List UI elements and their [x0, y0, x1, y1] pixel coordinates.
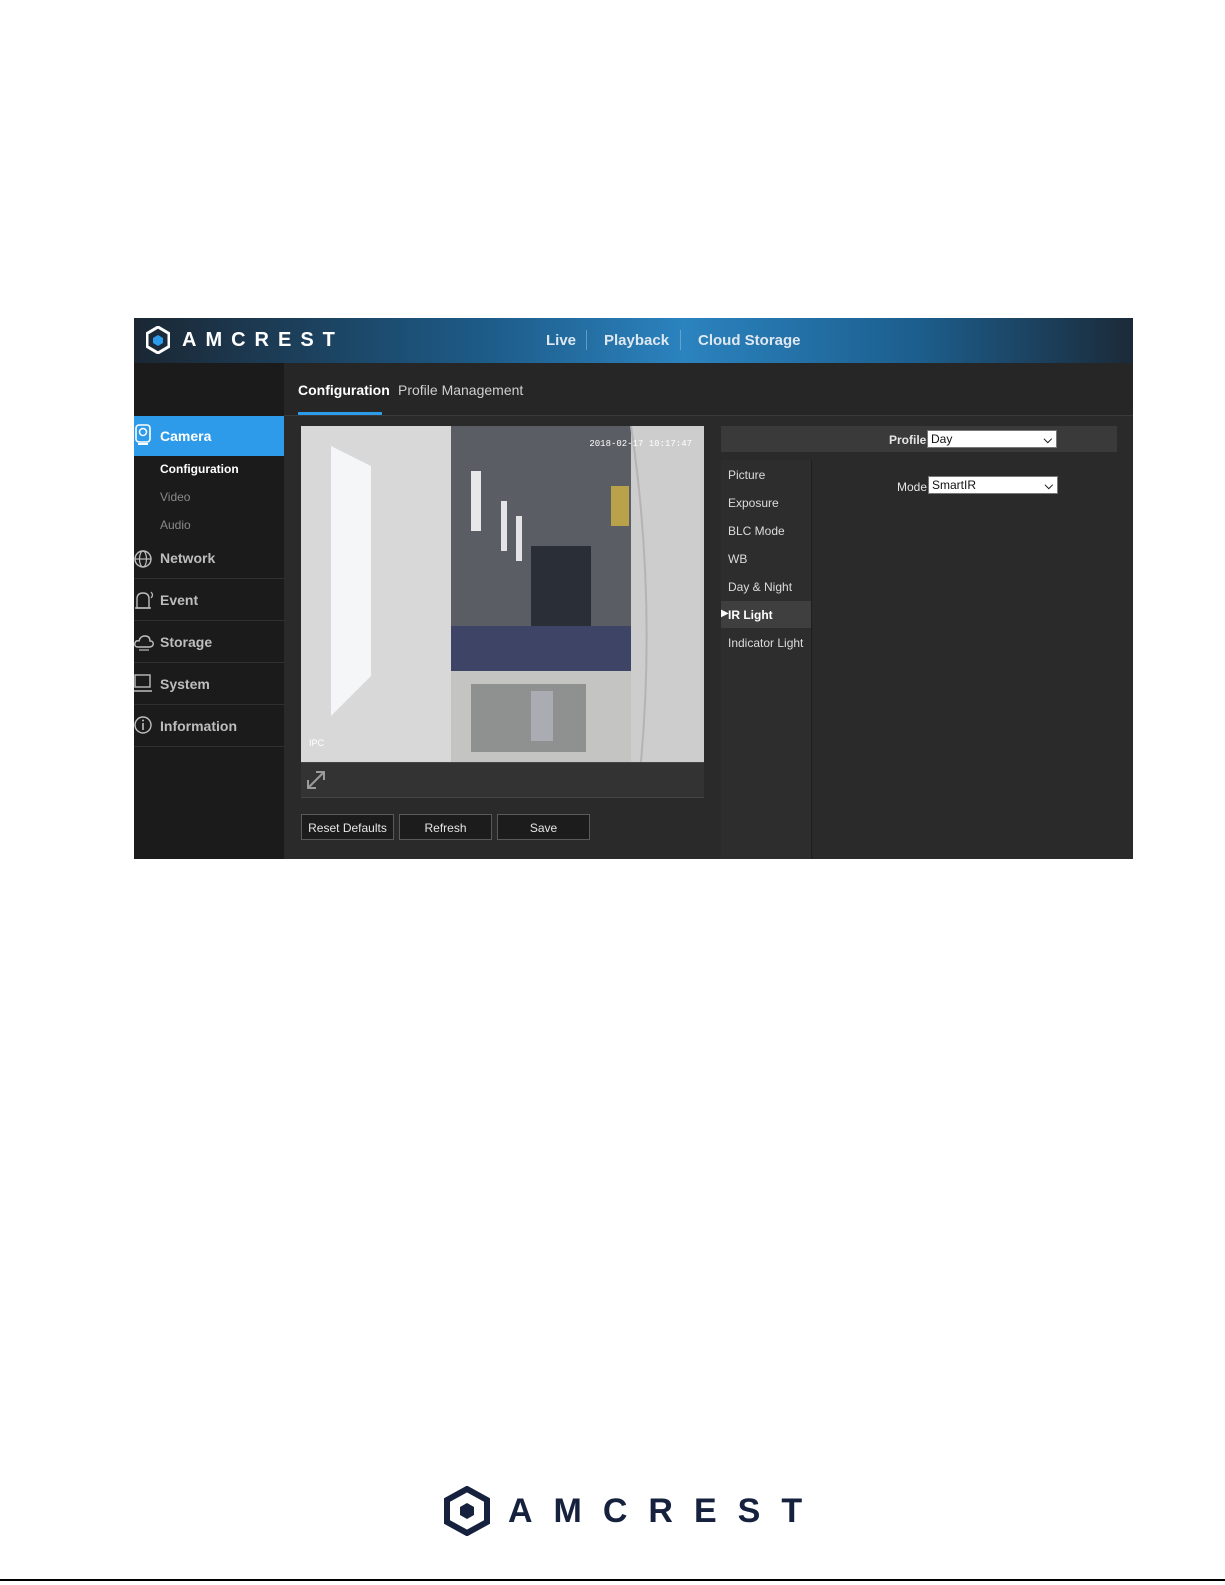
- footer-brand-name: AMCREST: [508, 1492, 824, 1530]
- nav-separator: [680, 330, 681, 350]
- video-timestamp: 2018-02-17 10:17:47: [589, 439, 692, 449]
- profile-header: Profile Day ⌵: [721, 426, 1117, 452]
- tab-configuration[interactable]: Configuration: [298, 382, 390, 398]
- divider: [134, 662, 284, 663]
- divider: [134, 578, 284, 579]
- sidebar-subitem-configuration[interactable]: Configuration: [160, 462, 239, 476]
- ir-light-settings: Mode SmartIR ⌵: [811, 460, 1118, 859]
- page-bottom-rule: [0, 1579, 1225, 1581]
- system-monitor-icon: [134, 674, 152, 692]
- storage-cloud-icon: [134, 635, 154, 651]
- menu-item-ir-light[interactable]: IR Light: [728, 608, 773, 622]
- sidebar-subitem-audio[interactable]: Audio: [160, 518, 191, 532]
- web-ui-screenshot: AMCREST Live Playback Cloud Storage Came…: [134, 318, 1133, 859]
- nav-cloud-storage[interactable]: Cloud Storage: [698, 332, 801, 349]
- hexagon-logo-icon: [146, 326, 170, 354]
- camera-live-preview[interactable]: 2018-02-17 10:17:47 IPC: [301, 426, 704, 762]
- sidebar-item-label: Network: [160, 550, 216, 566]
- divider: [134, 746, 284, 747]
- mode-select-value: SmartIR: [932, 478, 977, 492]
- nav-live[interactable]: Live: [546, 332, 576, 349]
- info-icon: [134, 716, 152, 734]
- sidebar: Camera Configuration Video Audio Network…: [134, 363, 293, 859]
- reset-defaults-button[interactable]: Reset Defaults: [301, 814, 394, 840]
- hexagon-logo-icon: [444, 1486, 490, 1536]
- menu-item-wb[interactable]: WB: [728, 552, 747, 566]
- menu-item-indicator-light[interactable]: Indicator Light: [728, 636, 803, 650]
- event-alarm-icon: [135, 591, 154, 609]
- sidebar-item-label: Storage: [160, 634, 213, 650]
- main-content: 2018-02-17 10:17:47 IPC Reset Defaults R…: [284, 416, 1133, 859]
- mode-label: Mode: [897, 480, 928, 494]
- tab-bar: Configuration Profile Management: [284, 363, 1133, 416]
- sidebar-item-label: Camera: [160, 428, 212, 444]
- network-globe-icon: [134, 550, 152, 568]
- chevron-down-icon: ⌵: [1044, 480, 1053, 492]
- sidebar-subitem-video[interactable]: Video: [160, 490, 190, 504]
- refresh-button[interactable]: Refresh: [399, 814, 492, 840]
- chevron-down-icon: ⌵: [1043, 434, 1052, 446]
- sidebar-item-label: System: [160, 676, 210, 692]
- top-header: AMCREST Live Playback Cloud Storage: [134, 318, 1133, 364]
- menu-item-exposure[interactable]: Exposure: [728, 496, 779, 510]
- tab-profile-management[interactable]: Profile Management: [398, 382, 523, 398]
- camera-scene-image: [301, 426, 704, 762]
- profile-select[interactable]: Day ⌵: [927, 430, 1057, 448]
- mode-select[interactable]: SmartIR ⌵: [928, 476, 1058, 494]
- sidebar-item-camera[interactable]: Camera: [134, 416, 293, 456]
- nav-separator: [586, 330, 587, 350]
- fullscreen-expand-icon[interactable]: [305, 769, 327, 791]
- video-toolbar: [301, 762, 704, 798]
- divider: [134, 620, 284, 621]
- menu-item-day-night[interactable]: Day & Night: [728, 580, 792, 594]
- image-settings-menu: Picture Exposure BLC Mode WB Day & Night…: [721, 460, 811, 859]
- footer-logo: AMCREST: [444, 1486, 802, 1536]
- sidebar-item-label: Event: [160, 592, 199, 608]
- video-channel-label: IPC: [309, 738, 325, 748]
- sidebar-item-label: Information: [160, 718, 237, 734]
- menu-item-picture[interactable]: Picture: [728, 468, 765, 482]
- divider: [134, 704, 284, 705]
- profile-label: Profile: [889, 433, 927, 447]
- active-tab-indicator: [298, 412, 382, 415]
- brand-name: AMCREST: [182, 329, 344, 351]
- menu-item-blc-mode[interactable]: BLC Mode: [728, 524, 785, 538]
- nav-playback[interactable]: Playback: [604, 332, 669, 349]
- profile-select-value: Day: [931, 432, 953, 446]
- camera-icon: [135, 424, 151, 445]
- save-button[interactable]: Save: [497, 814, 590, 840]
